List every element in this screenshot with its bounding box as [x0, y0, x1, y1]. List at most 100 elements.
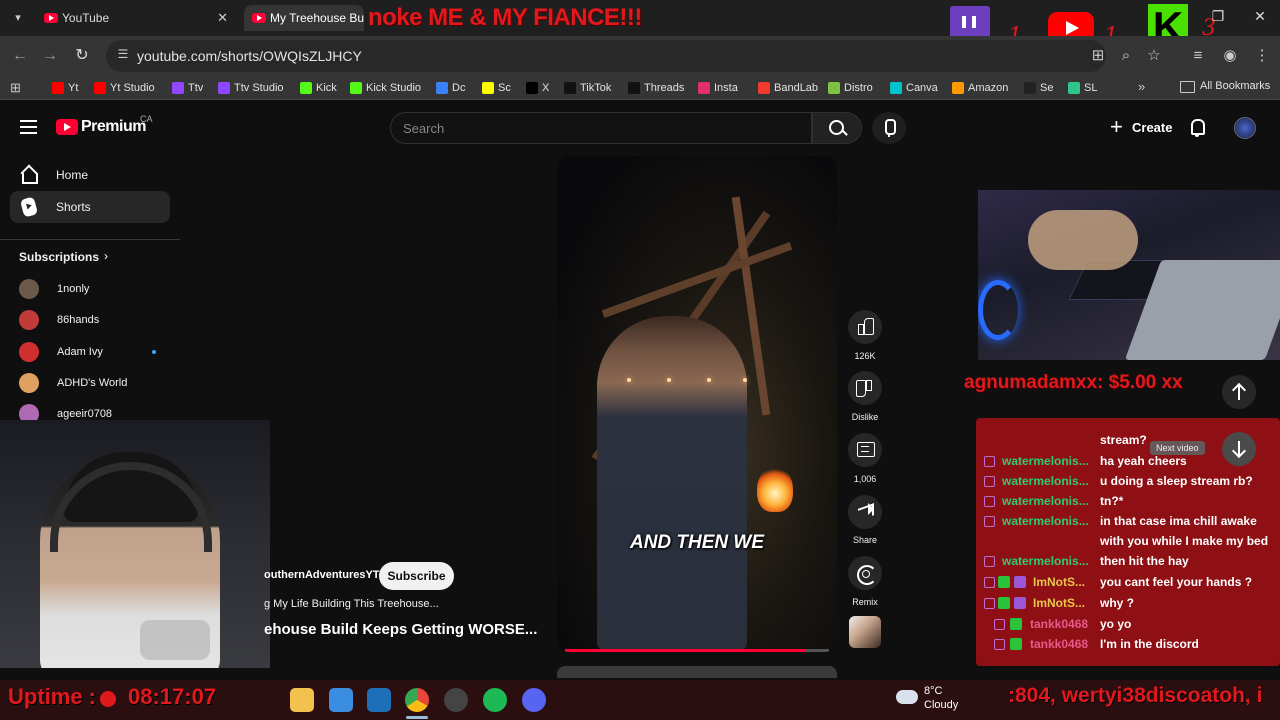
reload-icon[interactable]: ↻	[72, 46, 92, 66]
restore-window-icon[interactable]: ❐	[1208, 8, 1228, 28]
weather-temperature[interactable]: 8°C	[924, 685, 942, 697]
sound-title[interactable]: g My Life Building This Treehouse...	[264, 598, 439, 610]
bookmark-item[interactable]: Sc	[482, 80, 511, 96]
profile-icon[interactable]: ◉	[1220, 46, 1240, 66]
short-title[interactable]: ehouse Build Keeps Getting WORSE...	[264, 621, 537, 638]
subscription-item[interactable]: Adam Ivy	[19, 341, 103, 363]
menu-kebab-icon[interactable]: ⋮	[1252, 46, 1272, 66]
dislike-icon[interactable]	[848, 371, 882, 405]
apps-grid-icon[interactable]: ⊞	[10, 80, 24, 95]
media-icon[interactable]: ≡	[1188, 46, 1208, 66]
share-icon[interactable]	[848, 495, 882, 529]
bookmark-item[interactable]: TikTok	[564, 80, 611, 96]
microphone-icon[interactable]	[872, 112, 906, 144]
bookmark-item[interactable]: Kick Studio	[350, 80, 421, 96]
next-short-preview[interactable]	[557, 666, 837, 678]
shorts-video-player[interactable]: AND THEN WE	[557, 156, 837, 652]
subscription-item[interactable]: 86hands	[19, 309, 99, 331]
bookmark-item[interactable]: Threads	[628, 80, 684, 96]
avatar[interactable]	[1234, 117, 1256, 139]
sound-thumbnail[interactable]	[849, 616, 881, 648]
bookmark-item[interactable]: SL	[1068, 80, 1097, 96]
bookmark-item[interactable]: BandLab	[758, 80, 818, 96]
more-bookmarks-icon[interactable]: »	[1138, 79, 1145, 94]
site-info-icon[interactable]: ☰	[114, 47, 132, 65]
subscribe-button[interactable]: Subscribe	[379, 562, 454, 590]
like-icon[interactable]	[848, 310, 882, 344]
subscriptions-title[interactable]: Subscriptions	[19, 250, 99, 264]
channel-name[interactable]: outhernAdventuresYT	[264, 569, 380, 581]
chat-username[interactable]: tankk0468	[1030, 634, 1088, 654]
bookmark-item[interactable]: Distro	[828, 80, 873, 96]
chat-username[interactable]: watermelonis...	[1002, 511, 1089, 531]
chrome-icon[interactable]	[405, 688, 429, 712]
bookmark-item[interactable]: Yt	[52, 80, 78, 96]
search-input[interactable]: Search	[390, 112, 812, 144]
previous-video-button[interactable]	[1222, 375, 1256, 409]
comment-icon[interactable]	[848, 433, 882, 467]
back-icon[interactable]: ←	[10, 46, 30, 66]
cloud-icon[interactable]	[896, 690, 918, 704]
tab-shorts[interactable]: My Treehouse Build K	[244, 5, 364, 31]
chat-username[interactable]: watermelonis...	[1002, 491, 1089, 511]
zoom-icon[interactable]: ⌕	[1116, 46, 1136, 66]
chat-username[interactable]: watermelonis...	[1002, 451, 1089, 471]
bookmark-star-icon[interactable]: ☆	[1144, 46, 1164, 66]
install-app-icon[interactable]: ⊞	[1088, 46, 1108, 66]
spotify-icon[interactable]	[483, 688, 507, 712]
discord-icon[interactable]	[522, 688, 546, 712]
bookmark-item[interactable]: X	[526, 80, 549, 96]
url-text[interactable]: youtube.com/shorts/OWQIsZLJHCY	[137, 48, 362, 64]
tab-search-icon[interactable]: ▾	[8, 8, 28, 28]
chat-username[interactable]: ImNotS...	[1033, 572, 1085, 592]
next-video-tooltip: Next video	[1150, 441, 1205, 455]
chat-badge-icon	[984, 598, 995, 609]
bookmark-item[interactable]: Insta	[698, 80, 738, 96]
all-bookmarks[interactable]: All Bookmarks	[1180, 80, 1270, 93]
chat-message: tankk0468 yo yo	[976, 614, 1280, 634]
search-icon[interactable]	[812, 112, 862, 144]
bookmark-item[interactable]: Ttv Studio	[218, 80, 284, 96]
create-button[interactable]: Create	[1100, 111, 1185, 144]
subscription-label: 86hands	[57, 314, 100, 326]
bookmark-item[interactable]: Amazon	[952, 80, 1008, 96]
address-bar[interactable]: ☰ youtube.com/shorts/OWQIsZLJHCY	[106, 40, 1106, 72]
sidebar-item-home[interactable]: Home	[10, 159, 170, 191]
bookmark-item[interactable]: Se	[1024, 80, 1053, 96]
sidebar-item-shorts[interactable]: Shorts	[10, 191, 170, 223]
bookmark-item[interactable]: Yt Studio	[94, 80, 155, 96]
subscription-label: Adam Ivy	[57, 346, 103, 358]
chat-message-text: with you while I make my bed	[1100, 534, 1269, 548]
app-icon[interactable]	[367, 688, 391, 712]
bookmark-label: Kick	[316, 82, 337, 94]
video-progress-bar[interactable]	[565, 649, 829, 652]
bookmark-label: Ttv	[188, 82, 204, 94]
chat-username[interactable]: watermelonis...	[1002, 551, 1089, 571]
subscription-item[interactable]: ADHD's World	[19, 372, 127, 394]
close-window-icon[interactable]: ✕	[1250, 8, 1270, 28]
chevron-right-icon[interactable]: ›	[104, 249, 108, 263]
close-tab-icon[interactable]: ✕	[217, 5, 228, 31]
notifications-bell-icon[interactable]	[1188, 118, 1208, 138]
channel-avatar	[19, 373, 39, 393]
bookmark-label: SL	[1084, 82, 1098, 94]
chat-username[interactable]: ImNotS...	[1033, 593, 1085, 613]
subscription-item[interactable]: 1nonly	[19, 278, 89, 300]
tab-youtube[interactable]: YouTube ✕	[36, 5, 236, 31]
weather-condition[interactable]: Cloudy	[924, 699, 958, 711]
bookmark-item[interactable]: Kick	[300, 80, 337, 96]
obs-icon[interactable]	[444, 688, 468, 712]
file-explorer-icon[interactable]	[290, 688, 314, 712]
chat-username[interactable]: tankk0468	[1030, 614, 1088, 634]
store-icon[interactable]	[329, 688, 353, 712]
next-video-button[interactable]	[1222, 432, 1256, 466]
guide-menu-icon[interactable]	[20, 120, 37, 134]
youtube-logo-icon[interactable]	[56, 119, 78, 135]
bookmark-item[interactable]: Canva	[890, 80, 938, 96]
bookmark-item[interactable]: Dc	[436, 80, 465, 96]
remix-icon[interactable]	[848, 556, 882, 590]
brand-label[interactable]: Premium	[81, 118, 146, 136]
chat-username[interactable]: watermelonis...	[1002, 471, 1089, 491]
forward-icon[interactable]: →	[40, 46, 60, 66]
bookmark-item[interactable]: Ttv	[172, 80, 203, 96]
